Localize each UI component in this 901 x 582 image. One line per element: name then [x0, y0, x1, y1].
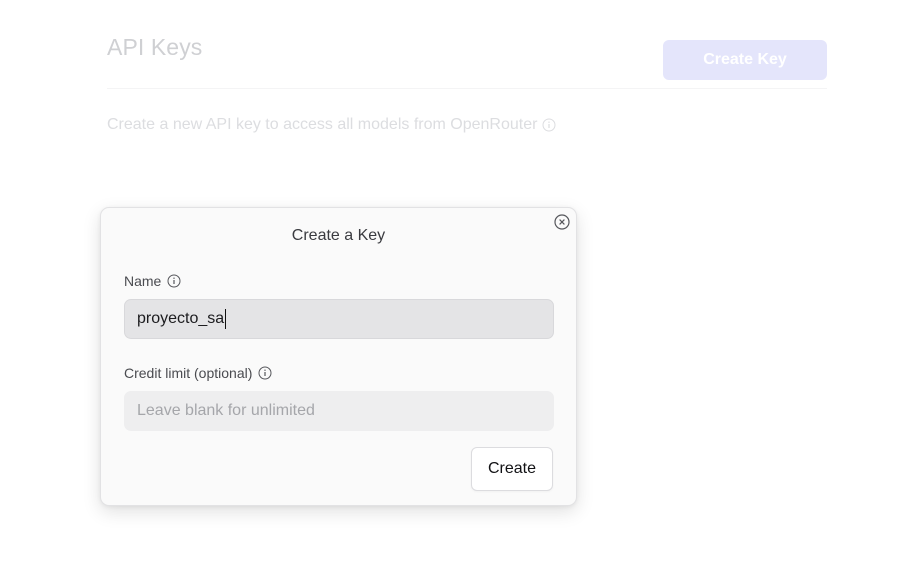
text-caret [225, 309, 227, 329]
page-description-text: Create a new API key to access all model… [107, 116, 538, 133]
page-divider [107, 88, 827, 89]
credit-limit-label-text: Credit limit (optional) [124, 365, 253, 381]
credit-limit-field-label: Credit limit (optional) [124, 365, 272, 381]
name-input-value: proyecto_sa [137, 310, 225, 327]
name-field-label: Name [124, 273, 181, 289]
page-title: API Keys [107, 34, 203, 60]
name-label-text: Name [124, 273, 162, 289]
info-icon[interactable] [542, 118, 556, 132]
create-key-button[interactable]: Create Key [663, 40, 827, 80]
create-button[interactable]: Create [471, 447, 553, 491]
page-description: Create a new API key to access all model… [107, 116, 556, 134]
name-input[interactable]: proyecto_sa [124, 299, 554, 339]
info-icon[interactable] [167, 274, 181, 288]
credit-limit-input[interactable] [124, 391, 554, 431]
modal-title: Create a Key [291, 227, 386, 244]
create-key-modal: Create a Key Name proyecto_sa Credit lim… [100, 207, 577, 506]
info-icon[interactable] [258, 366, 272, 380]
